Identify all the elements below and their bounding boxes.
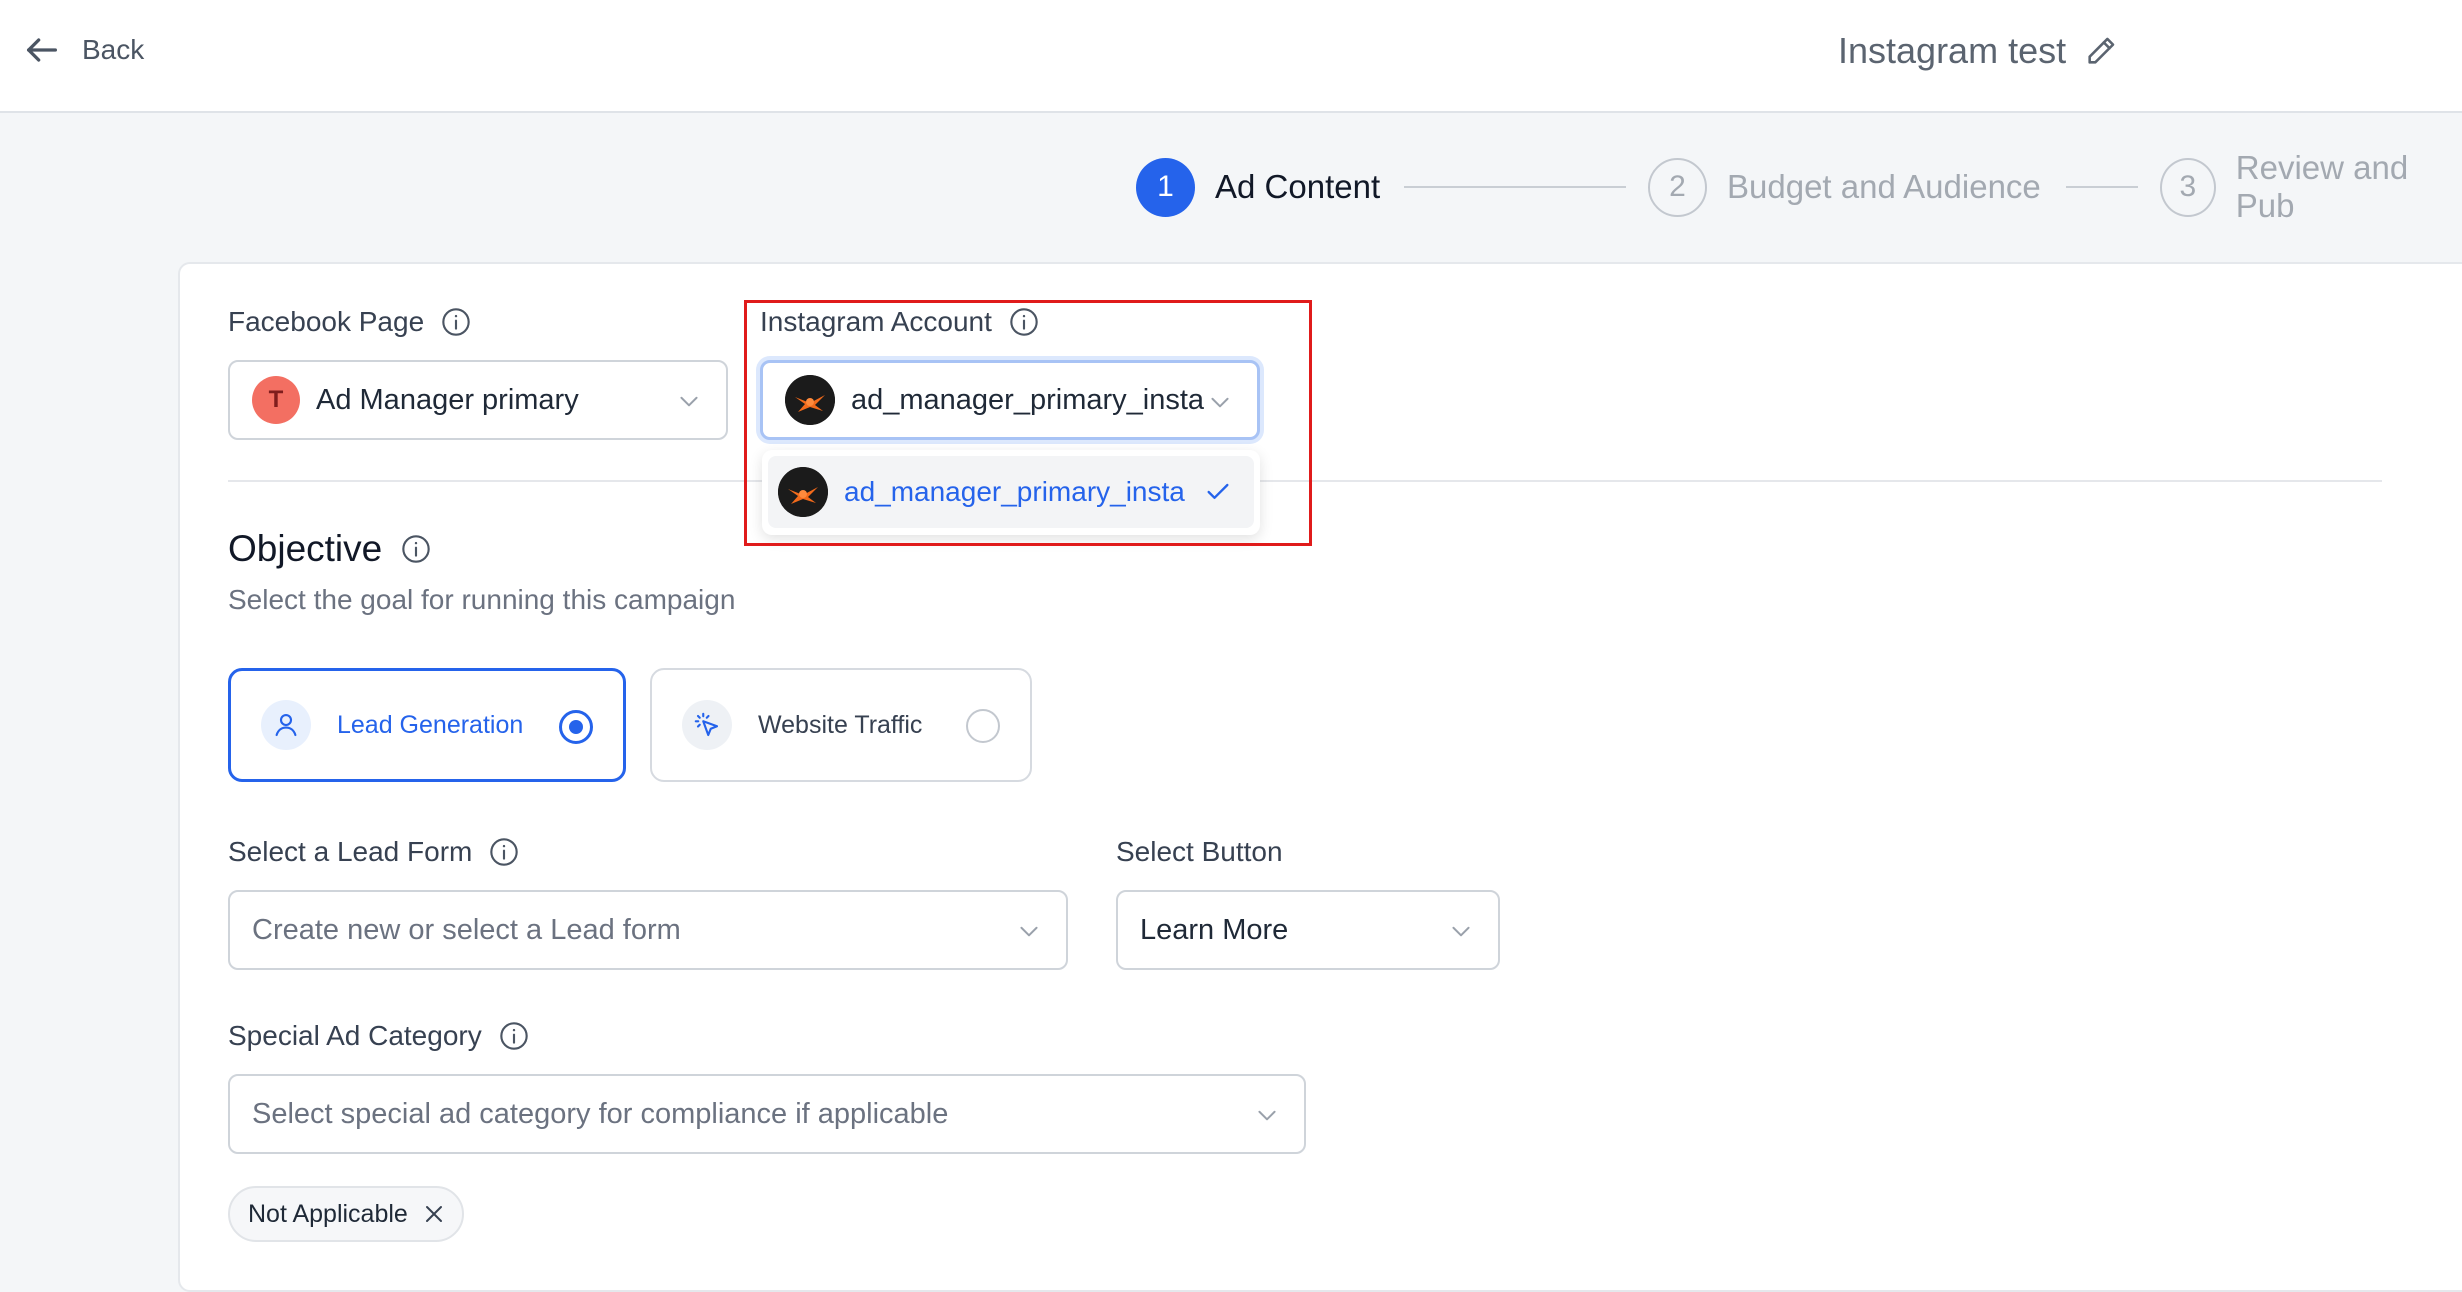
stepper: 1 Ad Content 2 Budget and Audience 3 Rev… <box>0 149 2462 224</box>
chevron-down-icon <box>680 396 698 407</box>
special-ad-category-placeholder: Select special ad category for complianc… <box>252 1097 949 1130</box>
objective-label: Lead Generation <box>337 710 524 739</box>
tag-not-applicable: Not Applicable <box>228 1186 464 1242</box>
lead-form-placeholder: Create new or select a Lead form <box>252 913 681 946</box>
select-button-label-text: Select Button <box>1116 836 1283 867</box>
objective-website-traffic[interactable]: Website Traffic <box>650 668 1032 782</box>
special-ad-category-label-text: Special Ad Category <box>228 1020 482 1051</box>
facebook-page-select[interactable]: T Ad Manager primary <box>228 360 728 440</box>
user-icon <box>261 700 311 750</box>
info-icon[interactable] <box>440 306 472 338</box>
top-bar: Back Instagram test <box>0 0 2462 113</box>
cta-button-value: Learn More <box>1140 913 1289 946</box>
special-ad-category-select[interactable]: Select special ad category for complianc… <box>228 1074 1306 1154</box>
dropdown-option-label: ad_manager_primary_insta <box>844 476 1185 507</box>
facebook-page-label: Facebook Page <box>228 306 472 338</box>
info-icon[interactable] <box>1008 306 1040 338</box>
step-review-publish[interactable]: 3 Review and Pub <box>2160 149 2462 224</box>
step-connector <box>2066 186 2138 188</box>
lead-form-select[interactable]: Create new or select a Lead form <box>228 890 1068 970</box>
step-label: Budget and Audience <box>1727 168 2041 205</box>
objective-title-text: Objective <box>228 528 383 569</box>
instagram-avatar <box>785 375 835 425</box>
step-ad-content[interactable]: 1 Ad Content <box>1136 156 1380 218</box>
step-label: Review and Pub <box>2235 149 2409 224</box>
facebook-page-label-text: Facebook Page <box>228 306 425 337</box>
special-ad-category-label: Special Ad Category <box>228 1020 530 1052</box>
objective-title: Objective <box>228 528 432 570</box>
arrow-left-icon <box>27 38 57 62</box>
objective-label: Website Traffic <box>758 710 923 739</box>
select-button-label: Select Button <box>1116 836 1283 868</box>
instagram-account-select[interactable]: ad_manager_primary_insta <box>760 360 1260 440</box>
facebook-page-value: Ad Manager primary <box>316 383 579 416</box>
instagram-account-value: ad_manager_primary_insta <box>851 383 1205 416</box>
objective-lead-generation[interactable]: Lead Generation <box>228 668 626 782</box>
info-icon[interactable] <box>488 836 520 868</box>
info-icon[interactable] <box>400 533 432 565</box>
step-number: 2 <box>1648 157 1707 217</box>
tag-label: Not Applicable <box>248 1199 408 1228</box>
step-connector <box>1404 186 1626 188</box>
lead-form-label: Select a Lead Form <box>228 836 520 868</box>
info-icon[interactable] <box>498 1020 530 1052</box>
chevron-down-icon <box>1258 1110 1276 1121</box>
back-label: Back <box>82 34 145 65</box>
radio-unselected[interactable] <box>966 709 1000 743</box>
lead-form-label-text: Select a Lead Form <box>228 836 473 867</box>
instagram-account-label-text: Instagram Account <box>760 306 992 337</box>
step-budget-audience[interactable]: 2 Budget and Audience <box>1648 156 2041 218</box>
instagram-avatar <box>778 467 828 517</box>
step-number: 1 <box>1136 157 1195 217</box>
page-avatar: T <box>252 376 300 424</box>
cta-button-select[interactable]: Learn More <box>1116 890 1500 970</box>
dropdown-option[interactable]: ad_manager_primary_insta <box>768 456 1254 528</box>
step-number: 3 <box>2160 157 2216 217</box>
chevron-down-icon <box>1452 926 1470 937</box>
check-icon <box>1207 483 1229 499</box>
page-title: Instagram test <box>1838 26 2118 76</box>
pencil-icon[interactable] <box>2084 34 2118 68</box>
objective-subtitle: Select the goal for running this campaig… <box>228 584 736 615</box>
instagram-account-label: Instagram Account <box>760 306 1040 338</box>
close-icon[interactable] <box>422 1202 446 1226</box>
section-divider <box>228 480 2382 482</box>
chevron-down-icon <box>1211 397 1229 408</box>
page-title-text: Instagram test <box>1838 30 2067 71</box>
radio-selected[interactable] <box>559 710 593 744</box>
back-button[interactable]: Back <box>22 28 144 72</box>
step-label: Ad Content <box>1215 168 1381 205</box>
chevron-down-icon <box>1020 926 1038 937</box>
instagram-account-dropdown: ad_manager_primary_insta <box>762 450 1260 535</box>
cursor-click-icon <box>682 700 732 750</box>
